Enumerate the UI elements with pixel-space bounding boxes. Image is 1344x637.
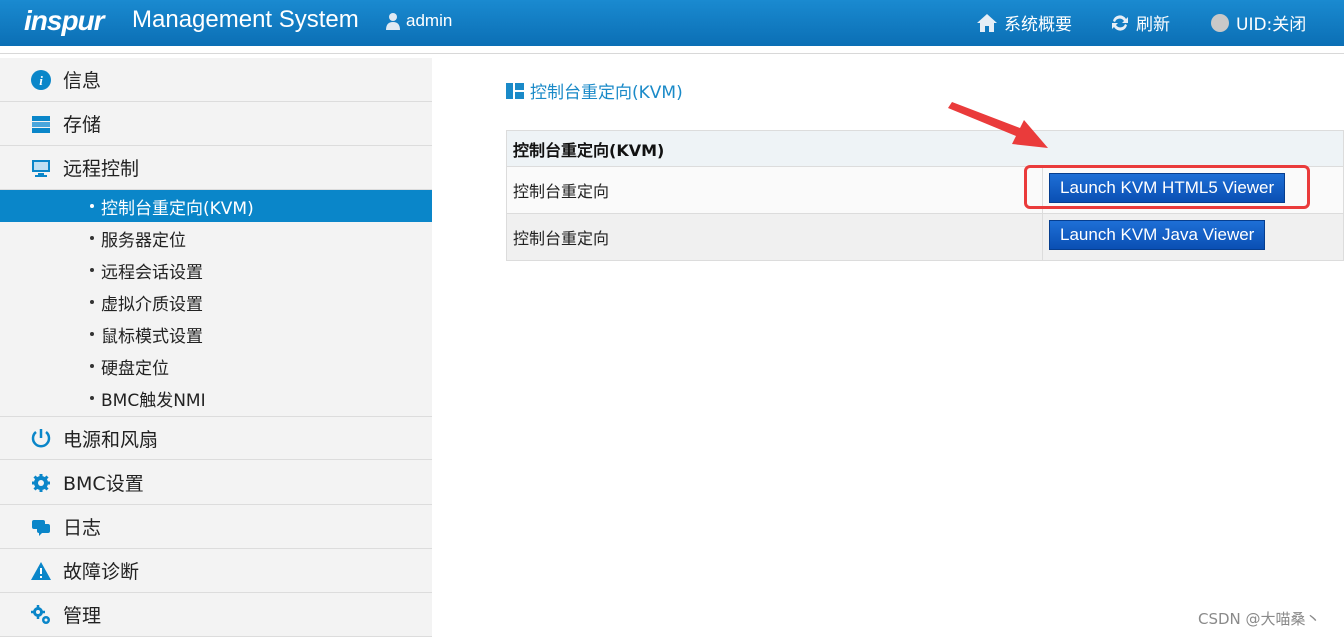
- nav-overview-label: 系统概要: [1004, 15, 1072, 35]
- bullet-icon: [90, 332, 94, 336]
- sidebar: i 信息 存储 远程控制 控制台重定向(KVM) 服务器定位 远程会话设置 虚拟…: [0, 58, 432, 637]
- sidebar-item-label: 信息: [63, 70, 102, 92]
- sidebar-sub-label: 远程会话设置: [101, 262, 203, 283]
- inspur-logo: inspur: [24, 5, 105, 36]
- sidebar-sub-server-locate[interactable]: 服务器定位: [0, 222, 432, 254]
- watermark: CSDN @大喵桑丶: [1198, 610, 1321, 628]
- bullet-icon: [90, 236, 94, 240]
- launch-java-viewer-button[interactable]: Launch KVM Java Viewer: [1049, 220, 1266, 250]
- table-row: 控制台重定向 Launch KVM Java Viewer: [506, 213, 1344, 261]
- sidebar-sub-virtual-media[interactable]: 虚拟介质设置: [0, 286, 432, 318]
- refresh-icon: [1112, 14, 1128, 31]
- storage-icon: [30, 113, 52, 135]
- info-icon: i: [30, 69, 52, 91]
- sidebar-sub-remote-session[interactable]: 远程会话设置: [0, 254, 432, 286]
- sidebar-item-label: 存储: [63, 114, 102, 136]
- sidebar-sub-bmc-nmi[interactable]: BMC触发NMI: [0, 382, 432, 414]
- bullet-icon: [90, 204, 94, 208]
- bullet-icon: [90, 396, 94, 400]
- uid-status-icon: [1211, 13, 1229, 32]
- header-divider: [0, 46, 1344, 54]
- sidebar-item-label: 远程控制: [63, 158, 140, 180]
- chat-icon: [30, 516, 52, 538]
- home-icon: [977, 13, 997, 32]
- sidebar-item-diagnosis[interactable]: 故障诊断: [0, 549, 432, 593]
- table-header: 控制台重定向(KVM): [506, 130, 1344, 167]
- nav-refresh-label: 刷新: [1136, 15, 1170, 35]
- sidebar-sub-label: 服务器定位: [101, 230, 186, 251]
- sidebar-sub-label: 硬盘定位: [101, 358, 169, 379]
- warning-icon: [30, 560, 52, 582]
- annotation-highlight-box: [1024, 165, 1310, 209]
- sidebar-item-label: 电源和风扇: [63, 428, 159, 451]
- bullet-icon: [90, 364, 94, 368]
- nav-uid-label: UID:关闭: [1236, 15, 1307, 35]
- sidebar-item-label: 日志: [63, 517, 102, 539]
- bullet-icon: [90, 300, 94, 304]
- nav-overview[interactable]: 系统概要: [976, 10, 1072, 35]
- nav-refresh[interactable]: 刷新: [1110, 10, 1170, 35]
- sidebar-sub-label: 鼠标模式设置: [101, 326, 203, 347]
- sidebar-sub-label: 虚拟介质设置: [101, 294, 203, 315]
- username: admin: [406, 11, 453, 30]
- page-title: 控制台重定向(KVM): [506, 78, 683, 103]
- top-header: inspur Management System admin 系统概要 刷新 U…: [0, 0, 1344, 46]
- power-icon: [30, 427, 52, 449]
- nav-uid[interactable]: UID:关闭: [1210, 10, 1306, 35]
- sidebar-item-label: 管理: [63, 605, 102, 627]
- sidebar-item-bmc-settings[interactable]: BMC设置: [0, 461, 432, 505]
- sidebar-item-info[interactable]: i 信息: [0, 58, 432, 102]
- page-title-text: 控制台重定向(KVM): [530, 83, 683, 103]
- sidebar-item-storage[interactable]: 存储: [0, 102, 432, 146]
- sidebar-sub-kvm[interactable]: 控制台重定向(KVM): [0, 190, 432, 222]
- row-label: 控制台重定向: [506, 213, 1043, 261]
- annotation-arrow-icon: [948, 102, 1048, 148]
- bullet-icon: [90, 268, 94, 272]
- monitor-icon: [30, 157, 52, 179]
- manage-gear-icon: [30, 604, 52, 626]
- sidebar-sub-label: BMC触发NMI: [101, 390, 206, 411]
- sidebar-item-remote-control[interactable]: 远程控制: [0, 146, 432, 190]
- sidebar-item-log[interactable]: 日志: [0, 505, 432, 549]
- system-title: Management System: [132, 6, 359, 33]
- sidebar-item-power-fan[interactable]: 电源和风扇: [0, 416, 432, 460]
- svg-text:i: i: [39, 73, 43, 88]
- user-icon: [386, 13, 400, 30]
- row-label: 控制台重定向: [506, 166, 1043, 214]
- sidebar-item-label: 故障诊断: [63, 561, 140, 583]
- sidebar-sub-mouse-mode[interactable]: 鼠标模式设置: [0, 318, 432, 350]
- sidebar-item-manage[interactable]: 管理: [0, 593, 432, 637]
- user-info[interactable]: admin: [386, 11, 452, 31]
- table-header-row: 控制台重定向(KVM): [506, 130, 1344, 167]
- layout-icon: [506, 82, 524, 99]
- sidebar-sub-label: 控制台重定向(KVM): [101, 198, 254, 219]
- sidebar-item-label: BMC设置: [63, 473, 144, 495]
- sidebar-sub-disk-locate[interactable]: 硬盘定位: [0, 350, 432, 382]
- gear-icon: [30, 472, 52, 494]
